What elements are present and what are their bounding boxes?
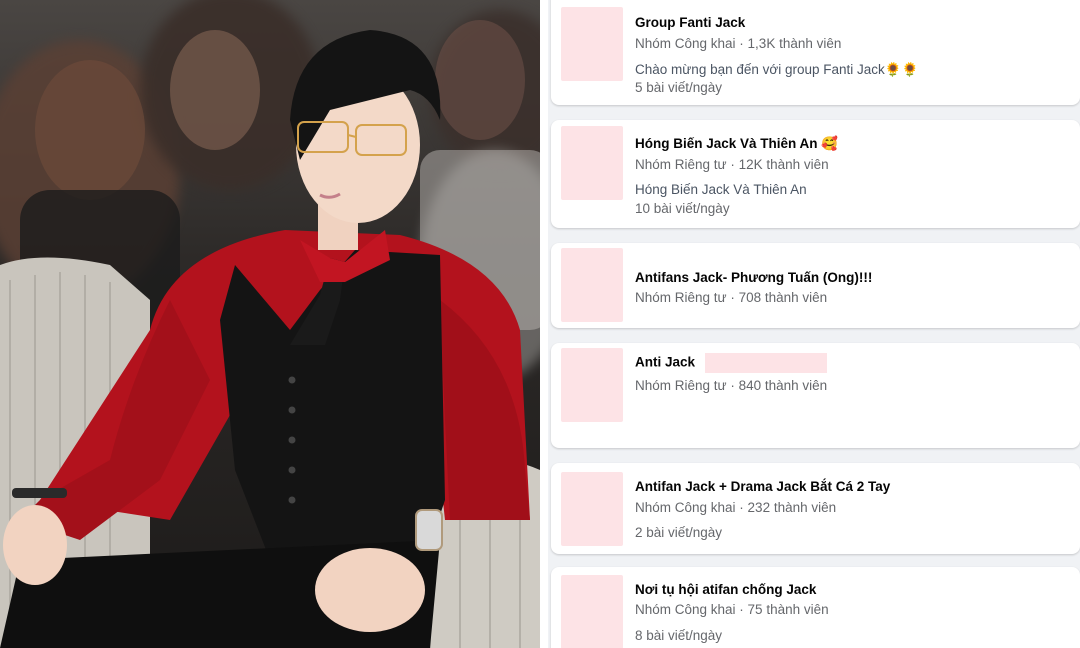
group-post-rate: 8 bài viết/ngày [635,628,723,643]
group-thumbnail[interactable] [561,472,623,546]
group-card[interactable]: Nơi tụ hội atifan chống Jack Nhóm Công k… [551,567,1080,648]
group-card[interactable]: Antifan Jack + Drama Jack Bắt Cá 2 Tay N… [551,463,1080,554]
group-post-rate: 5 bài viết/ngày [635,80,723,95]
group-meta: Nhóm Công khai · 75 thành viên [635,602,829,617]
group-meta: Nhóm Riêng tư · 708 thành viên [635,290,828,305]
group-thumbnail[interactable] [561,575,623,648]
person-illustration [0,20,540,648]
group-meta: Nhóm Công khai · 232 thành viên [635,500,837,515]
group-thumbnail[interactable] [561,7,623,81]
group-thumbnail[interactable] [561,248,623,322]
group-name[interactable]: Hóng Biến Jack Và Thiên An 🥰 [635,136,838,152]
event-photo [0,0,540,648]
group-thumbnail[interactable] [561,348,623,422]
group-thumbnail[interactable] [561,126,623,200]
group-name[interactable]: Antifans Jack- Phương Tuấn (Ong)!!! [635,270,872,285]
redaction-block [705,353,828,373]
group-card[interactable]: Anti Jack Nhóm Riêng tư · 840 thành viên [551,343,1080,448]
group-meta: Nhóm Công khai · 1,3K thành viên [635,36,842,51]
group-description: Chào mừng bạn đến với group Fanti Jack🌻🌻 [635,62,919,77]
group-name-text: Anti Jack [635,354,696,370]
group-card[interactable]: Group Fanti Jack Nhóm Công khai · 1,3K t… [551,0,1080,105]
group-name[interactable]: Antifan Jack + Drama Jack Bắt Cá 2 Tay [635,479,890,494]
group-name[interactable]: Anti Jack [635,353,828,373]
group-card[interactable]: Hóng Biến Jack Và Thiên An 🥰 Nhóm Riêng … [551,120,1080,228]
panel-divider [540,0,548,648]
group-post-rate: 10 bài viết/ngày [635,201,730,216]
group-card[interactable]: Antifans Jack- Phương Tuấn (Ong)!!! Nhóm… [551,243,1080,328]
group-meta: Nhóm Riêng tư · 840 thành viên [635,378,828,393]
group-description: Hóng Biến Jack Và Thiên An [635,182,807,197]
group-results-list[interactable]: Group Fanti Jack Nhóm Công khai · 1,3K t… [548,0,1080,648]
group-meta: Nhóm Riêng tư · 12K thành viên [635,157,829,172]
group-name[interactable]: Group Fanti Jack [635,15,745,30]
group-name[interactable]: Nơi tụ hội atifan chống Jack [635,582,816,597]
group-post-rate: 2 bài viết/ngày [635,525,723,540]
